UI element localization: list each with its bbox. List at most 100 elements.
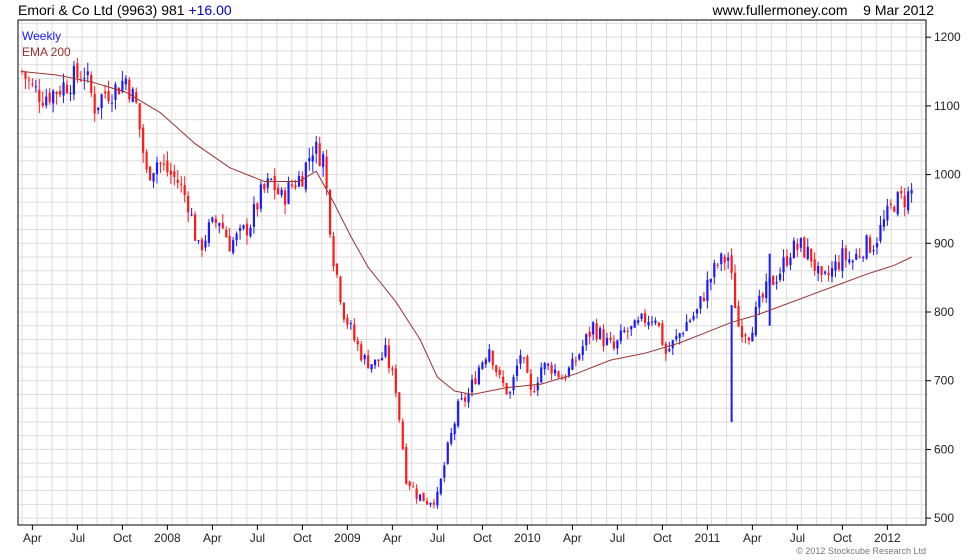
candle-body — [872, 250, 875, 252]
candle-body — [211, 217, 214, 222]
candle-body — [588, 331, 591, 337]
x-tick-label: Jul — [430, 531, 445, 545]
candle-body — [754, 306, 757, 336]
candle-body — [65, 84, 69, 93]
candle-body — [373, 359, 377, 366]
candle-body — [273, 175, 276, 191]
candle-body — [692, 315, 695, 320]
candle-body — [342, 302, 346, 320]
y-tick-label: 1100 — [934, 99, 960, 113]
candle-body — [785, 255, 789, 266]
candle-body — [287, 182, 290, 204]
candle-body — [761, 293, 764, 298]
candle-body — [605, 337, 609, 345]
candle-body — [235, 233, 238, 241]
candle-body — [806, 246, 809, 260]
candle-body — [124, 78, 127, 85]
x-tick-label: 2009 — [334, 531, 361, 545]
candle-body — [623, 330, 626, 332]
candle-body — [474, 378, 477, 384]
candle-body — [668, 349, 671, 352]
candle-body — [225, 229, 228, 238]
candle-body — [183, 185, 186, 196]
candle-body — [384, 344, 387, 357]
candle-body — [571, 358, 574, 370]
candle-body — [699, 296, 702, 309]
candle-body — [353, 324, 356, 341]
candle-body — [598, 328, 602, 339]
candle-body — [813, 259, 816, 271]
candle-body — [844, 248, 847, 261]
candle-body — [862, 257, 865, 259]
candle-body — [550, 364, 553, 374]
candle-body — [238, 227, 242, 231]
candle-body — [107, 91, 110, 102]
y-tick-label: 900 — [934, 236, 954, 250]
candle-body — [799, 237, 802, 248]
candle-body — [24, 71, 27, 79]
candle-body — [318, 143, 321, 166]
candle-body — [792, 240, 796, 258]
candle-body — [502, 376, 505, 384]
candle-body — [702, 297, 706, 301]
candle-body — [97, 107, 100, 110]
candle-body — [733, 272, 737, 309]
x-tick-label: Oct — [293, 531, 312, 545]
candle-body — [855, 253, 858, 260]
candle-body — [675, 336, 678, 340]
candle-body — [221, 222, 224, 229]
candle-body — [678, 333, 681, 338]
candle-body — [664, 343, 667, 354]
candle-body — [370, 364, 373, 370]
candle-body — [356, 340, 359, 345]
candle-body — [453, 423, 456, 435]
candle-body — [823, 271, 827, 274]
candle-body — [138, 103, 141, 130]
candle-body — [232, 240, 235, 253]
candle-body — [86, 71, 89, 76]
candle-body — [27, 79, 31, 81]
candle-body — [335, 263, 339, 275]
y-tick-label: 600 — [934, 442, 954, 456]
candle-body — [401, 421, 404, 449]
candle-body — [782, 257, 785, 273]
candle-body — [187, 196, 190, 213]
candle-body — [173, 171, 176, 177]
candle-body — [270, 178, 273, 180]
candle-body — [290, 184, 294, 186]
candle-body — [882, 219, 886, 227]
candle-body — [820, 266, 823, 275]
candle-body — [848, 259, 851, 263]
x-tick-label: Jul — [610, 531, 625, 545]
candle-body — [218, 223, 221, 227]
candle-body — [886, 205, 889, 221]
legend-ema: EMA 200 — [22, 45, 71, 59]
candle-body — [900, 191, 903, 194]
x-tick-label: Apr — [563, 531, 582, 545]
y-axis: 500 600 700 800 900 1000 1100 1200 — [926, 30, 961, 525]
candle-body — [301, 176, 304, 187]
candle-body — [283, 190, 287, 205]
candle-body — [477, 367, 481, 385]
copyright: © 2012 Stockcube Research Ltd — [796, 546, 926, 556]
candle-body — [408, 481, 411, 487]
candle-body — [841, 248, 844, 272]
candle-body — [682, 333, 685, 335]
candle-body — [322, 154, 325, 167]
candle-body — [557, 371, 560, 378]
candle-body — [609, 337, 612, 340]
candle-body — [637, 320, 640, 323]
candle-body — [484, 359, 487, 365]
candle-body — [325, 156, 328, 189]
candle-body — [349, 323, 352, 325]
candle-body — [90, 74, 93, 93]
candle-body — [432, 502, 436, 505]
candle-body — [436, 491, 439, 506]
candle-body — [772, 275, 775, 286]
candle-body — [346, 317, 349, 325]
candle-body — [616, 340, 619, 349]
candle-body — [142, 127, 145, 153]
candle-body — [879, 225, 882, 241]
candle-body — [45, 96, 48, 106]
candle-body — [533, 391, 536, 393]
